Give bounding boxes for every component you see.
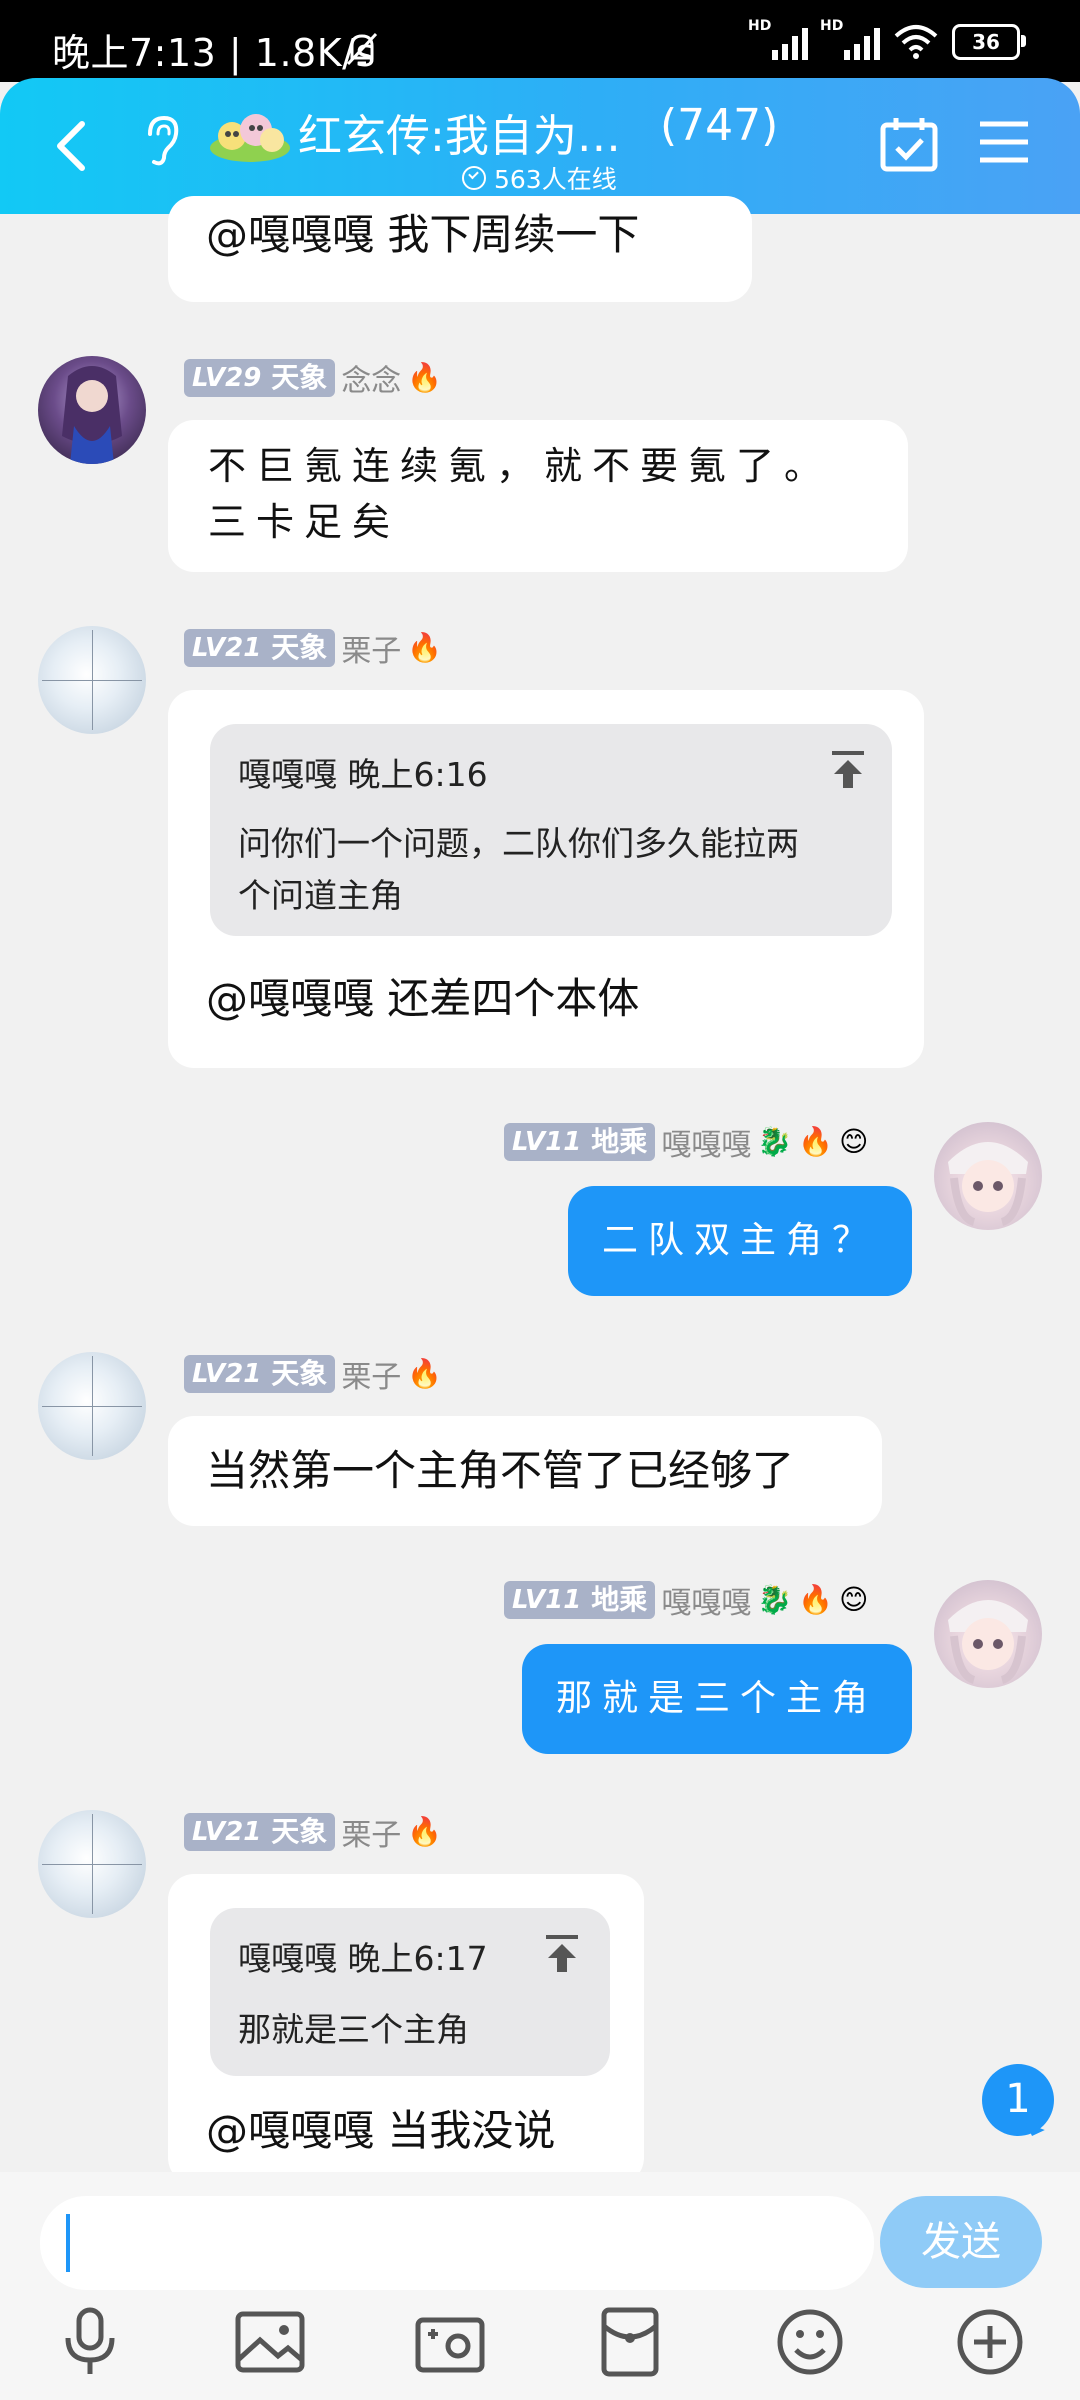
level-badge: LV21 天象 (184, 1355, 336, 1393)
mic-icon[interactable] (52, 2304, 128, 2380)
online-check-icon (462, 166, 486, 190)
message-bubble-self[interactable]: 二队双主角？ (568, 1186, 912, 1296)
avatar[interactable] (38, 1352, 146, 1460)
fire-icon: 🔥 (798, 1583, 834, 1616)
message-bubble[interactable]: 当然第一个主角不管了已经够了 (168, 1416, 882, 1526)
online-count: 563人在线 (462, 160, 617, 196)
message-bubble[interactable]: 嘎嘎嘎 晚上6:16 问你们一个问题，二队你们多久能拉两 个问道主角 @嘎嘎嘎 … (168, 690, 924, 1068)
jump-to-top-icon[interactable] (830, 750, 866, 790)
group-logo-icon (210, 114, 290, 162)
quote-author: 嘎嘎嘎 (238, 1939, 337, 1978)
message-bubble-self[interactable]: 那就是三个主角 (522, 1644, 912, 1754)
username[interactable]: 栗子 (341, 1810, 401, 1854)
fire-icon: 🔥 (407, 361, 443, 394)
plus-icon[interactable] (952, 2304, 1028, 2380)
avatar[interactable] (934, 1580, 1042, 1688)
fire-icon: 🔥 (407, 1357, 443, 1390)
avatar[interactable] (38, 356, 146, 464)
username[interactable]: 嘎嘎嘎 (661, 1120, 751, 1164)
menu-icon[interactable] (978, 120, 1030, 164)
avatar[interactable] (38, 626, 146, 734)
status-time: 晚上7:13 | 1.8K/s (52, 31, 376, 75)
smile-badge-icon: 😊 (839, 1583, 869, 1616)
new-message-badge[interactable]: 1 (982, 2064, 1054, 2136)
quote-time: 晚上6:17 (347, 1939, 488, 1978)
message-meta: LV11 地乘 嘎嘎嘎 🐉 🔥 😊 (504, 1120, 869, 1164)
avatar-girl-image (62, 366, 122, 464)
signal-icon: HD (820, 18, 880, 60)
username[interactable]: 栗子 (341, 626, 401, 670)
level-badge: LV21 天象 (184, 1813, 336, 1851)
ear-icon[interactable] (140, 112, 184, 168)
message-meta: LV29 天象 念念 🔥 (184, 356, 443, 400)
quote-author: 嘎嘎嘎 (238, 755, 337, 794)
message-bubble[interactable]: 嘎嘎嘎 晚上6:17 那就是三个主角 @嘎嘎嘎 当我没说 (168, 1874, 644, 2184)
quote-time: 晚上6:16 (347, 755, 488, 794)
red-packet-icon[interactable] (592, 2304, 668, 2380)
signal-icon: HD (748, 18, 808, 60)
username[interactable]: 嘎嘎嘎 (661, 1578, 751, 1622)
message-bubble[interactable]: 不巨氪连续氪，就不要氪了。三卡足矣 (168, 420, 908, 572)
message-meta: LV11 地乘 嘎嘎嘎 🐉 🔥 😊 (504, 1578, 869, 1622)
fire-icon: 🔥 (407, 631, 443, 664)
avatar[interactable] (934, 1122, 1042, 1230)
avatar-girl-image (948, 1142, 1028, 1226)
level-badge: LV11 地乘 (504, 1581, 656, 1619)
message-meta: LV21 天象 栗子 🔥 (184, 626, 443, 670)
emoji-icon[interactable] (772, 2304, 848, 2380)
wifi-icon (894, 25, 938, 59)
fire-icon: 🔥 (407, 1815, 443, 1848)
message-bubble[interactable]: @嘎嘎嘎 我下周续一下 (168, 196, 752, 302)
avatar-girl-image (948, 1600, 1028, 1684)
quoted-message[interactable]: 嘎嘎嘎 晚上6:16 问你们一个问题，二队你们多久能拉两 个问道主角 (210, 724, 892, 936)
jump-to-top-icon[interactable] (544, 1934, 580, 1974)
dragon-icon: 🐉 (757, 1125, 793, 1158)
dragon-icon: 🐉 (757, 1583, 793, 1616)
mute-bell-icon (346, 32, 378, 66)
text-caret (66, 2214, 70, 2272)
send-button[interactable]: 发送 (880, 2196, 1042, 2288)
message-meta: LV21 天象 栗子 🔥 (184, 1352, 443, 1396)
quoted-message[interactable]: 嘎嘎嘎 晚上6:17 那就是三个主角 (210, 1908, 610, 2076)
smile-badge-icon: 😊 (839, 1125, 869, 1158)
image-icon[interactable] (232, 2304, 308, 2380)
username[interactable]: 念念 (341, 356, 401, 400)
message-meta: LV21 天象 栗子 🔥 (184, 1810, 443, 1854)
username[interactable]: 栗子 (341, 1352, 401, 1396)
camera-icon[interactable] (412, 2304, 488, 2380)
avatar[interactable] (38, 1810, 146, 1918)
level-badge: LV21 天象 (184, 629, 336, 667)
chat-header: 红玄传:我自为… (747) 563人在线 (0, 78, 1080, 214)
battery-icon: 36 (952, 24, 1026, 60)
level-badge: LV29 天象 (184, 359, 336, 397)
message-input[interactable] (40, 2196, 874, 2290)
level-badge: LV11 地乘 (504, 1123, 656, 1161)
status-bar: 晚上7:13 | 1.8K/s HD HD 36 (0, 0, 1080, 82)
back-arrow-icon[interactable] (48, 116, 98, 176)
fire-icon: 🔥 (798, 1125, 834, 1158)
input-bar: 发送 (0, 2172, 1080, 2400)
group-title[interactable]: 红玄传:我自为… (298, 100, 621, 164)
calendar-check-icon[interactable] (880, 116, 938, 172)
member-count: (747) (660, 100, 779, 151)
